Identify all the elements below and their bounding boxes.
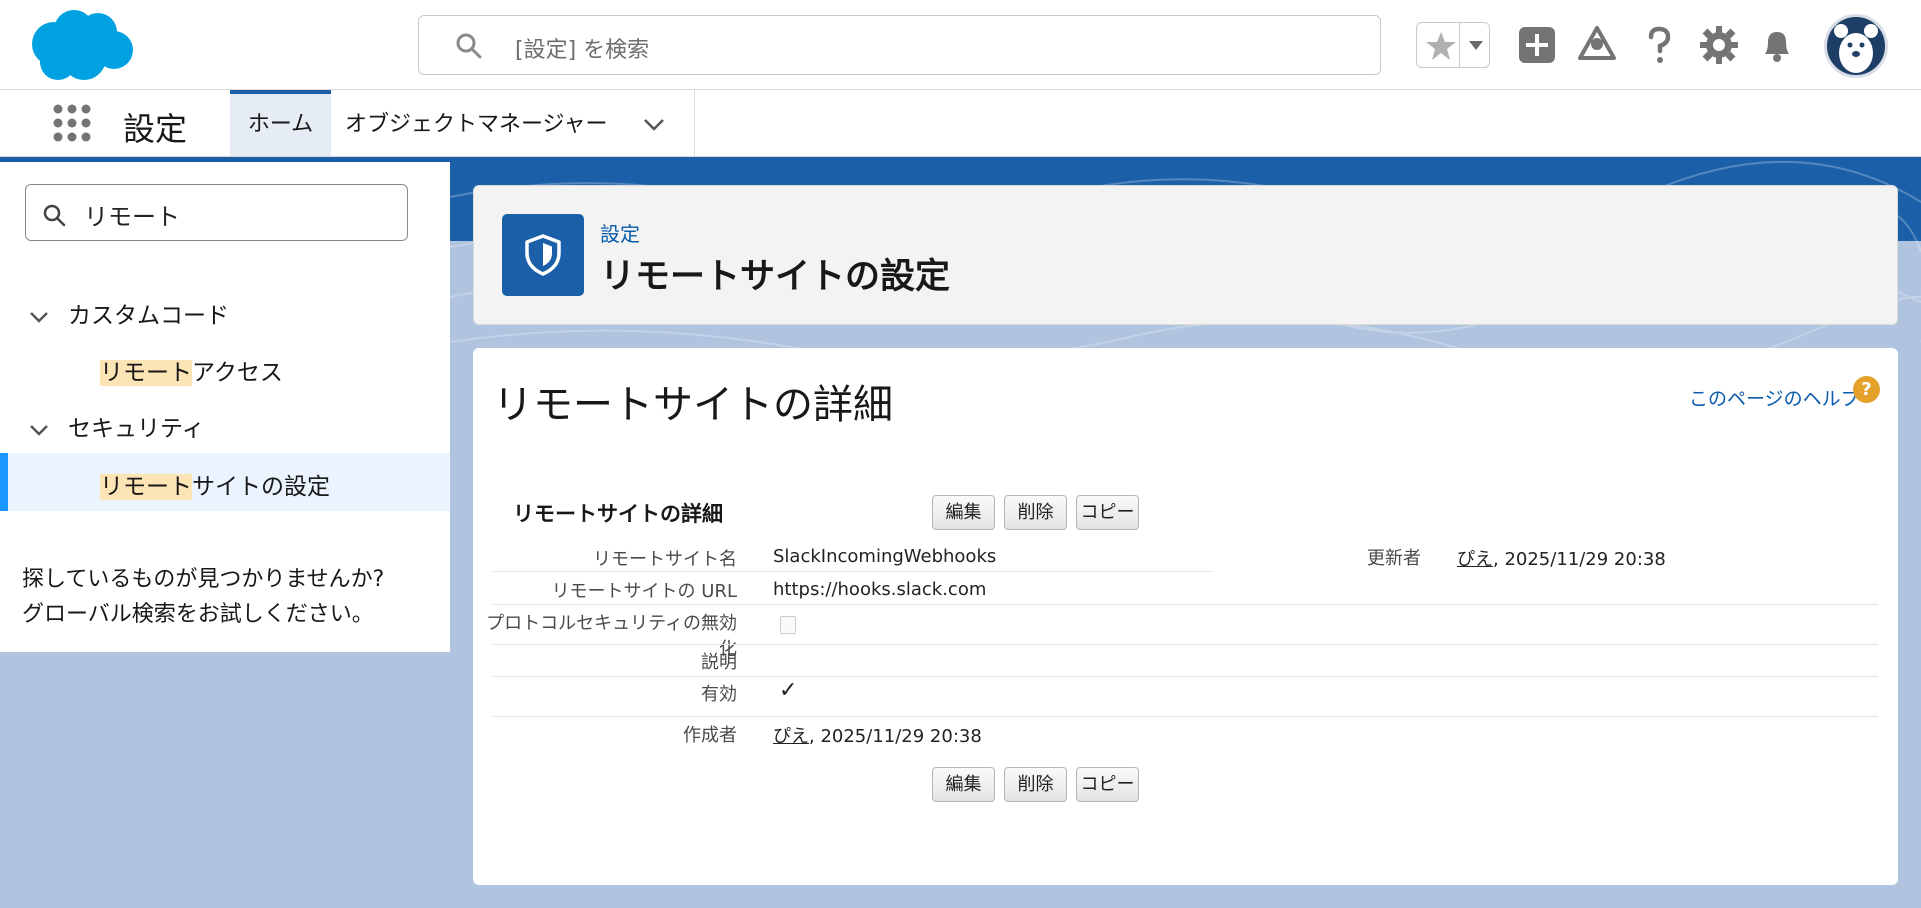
trailhead-icon[interactable]: [1576, 24, 1618, 66]
page-header-icon: [502, 214, 584, 296]
not-found-message: 探しているものが見つかりませんか? グローバル検索をお試しください。: [22, 562, 384, 632]
row-divider: [493, 716, 1878, 717]
app-name: 設定: [123, 110, 188, 148]
app-launcher-icon[interactable]: [52, 103, 92, 143]
quick-find-input[interactable]: リモート: [25, 184, 408, 241]
created-by-date: , 2025/11/29 20:38: [809, 726, 982, 747]
help-icon[interactable]: ?: [1853, 376, 1880, 403]
remote-site-url-label: リモートサイトの URL: [551, 581, 737, 602]
page-title: リモートサイトの設定: [600, 257, 951, 297]
global-header: [設定] を検索: [0, 0, 1921, 90]
remote-site-url-value: https://hooks.slack.com: [773, 579, 987, 600]
bell-icon[interactable]: [1756, 24, 1798, 66]
protocol-security-checkbox: [780, 616, 796, 634]
modified-by-user-link[interactable]: ぴえ: [1457, 549, 1493, 570]
copy-button[interactable]: コピー: [1076, 495, 1139, 530]
tab-object-manager[interactable]: オブジェクトマネージャー: [331, 90, 695, 156]
search-icon: [456, 33, 482, 59]
delete-button-bottom[interactable]: 削除: [1004, 767, 1067, 802]
add-icon[interactable]: [1516, 24, 1558, 66]
edit-button-bottom[interactable]: 編集: [932, 767, 995, 802]
edit-button[interactable]: 編集: [932, 495, 995, 530]
shield-icon: [525, 234, 561, 276]
tab-object-manager-label: オブジェクトマネージャー: [345, 112, 608, 137]
remote-site-name-label: リモートサイト名: [593, 549, 737, 570]
section-title: リモートサイトの詳細: [513, 502, 723, 526]
tab-home[interactable]: ホーム: [230, 90, 331, 156]
setup-gear-icon[interactable]: [1698, 24, 1740, 66]
user-avatar[interactable]: [1824, 14, 1888, 78]
remote-site-detail-card: リモートサイトの詳細 このページのヘルプ ? リモートサイトの詳細 編集 削除 …: [473, 348, 1898, 885]
chevron-down-icon[interactable]: [1463, 25, 1489, 65]
chevron-down-icon[interactable]: [641, 116, 667, 134]
description-label: 説明: [701, 652, 737, 673]
search-placeholder: [設定] を検索: [515, 38, 650, 63]
tree-group-security[interactable]: セキュリティ: [28, 409, 205, 443]
tree-group-label: カスタムコード: [68, 303, 229, 329]
created-by-label: 作成者: [683, 725, 737, 746]
row-divider: [493, 604, 1878, 605]
tree-group-custom-code[interactable]: カスタムコード: [28, 296, 229, 330]
row-divider: [493, 571, 1213, 572]
copy-button-bottom[interactable]: コピー: [1076, 767, 1139, 802]
favorites-control: [1416, 22, 1490, 68]
page-header: 設定 リモートサイトの設定: [473, 185, 1898, 325]
not-found-line-2: グローバル検索をお試しください。: [22, 602, 374, 627]
detail-title: リモートサイトの詳細: [493, 382, 893, 428]
match-highlight: リモート: [100, 474, 192, 500]
tree-item-remote-site-settings[interactable]: リモートサイトの設定: [0, 453, 450, 511]
breadcrumb[interactable]: 設定: [600, 218, 640, 247]
tree-group-label: セキュリティ: [68, 416, 205, 442]
row-divider: [493, 676, 1878, 677]
not-found-line-1: 探しているものが見つかりませんか?: [22, 567, 385, 592]
match-highlight: リモート: [100, 360, 192, 386]
quick-find-value: リモート: [84, 203, 180, 231]
setup-nav-bar: 設定 ホーム オブジェクトマネージャー: [0, 90, 1921, 157]
modified-by-label: 更新者: [1367, 548, 1421, 569]
created-by-value: ぴえ, 2025/11/29 20:38: [773, 722, 982, 748]
salesforce-cloud-logo[interactable]: [28, 8, 134, 82]
tree-item-label: サイトの設定: [192, 474, 330, 500]
row-divider: [493, 644, 1878, 645]
help-link[interactable]: このページのヘルプ: [1689, 384, 1860, 411]
modified-by-value: ぴえ, 2025/11/29 20:38: [1457, 545, 1666, 571]
chevron-down-icon: [30, 424, 48, 436]
tree-item-label: アクセス: [192, 360, 283, 386]
global-search-input[interactable]: [設定] を検索: [418, 15, 1381, 75]
chevron-down-icon: [30, 311, 48, 323]
favorites-divider: [1459, 23, 1460, 67]
active-label: 有効: [701, 684, 737, 705]
modified-by-date: , 2025/11/29 20:38: [1493, 549, 1666, 570]
delete-button[interactable]: 削除: [1004, 495, 1067, 530]
created-by-user-link[interactable]: ぴえ: [773, 726, 809, 747]
bear-avatar-icon: [1834, 24, 1878, 73]
active-checkmark: ✓: [779, 678, 798, 703]
tree-item-remote-access[interactable]: リモートアクセス: [0, 339, 450, 397]
search-icon: [43, 204, 66, 227]
star-icon[interactable]: [1423, 29, 1459, 63]
help-icon[interactable]: [1638, 24, 1680, 66]
remote-site-name-value: SlackIncomingWebhooks: [773, 546, 997, 567]
setup-sidebar: リモート カスタムコード リモートアクセス セキュリティ リモートサイトの設定 …: [0, 162, 450, 652]
